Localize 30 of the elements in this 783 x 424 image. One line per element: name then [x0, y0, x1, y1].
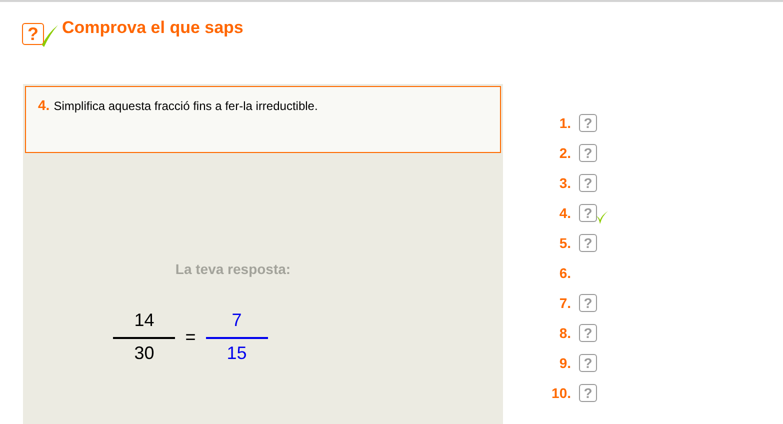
- question-link[interactable]: 4.: [537, 205, 571, 221]
- question-link[interactable]: 1.: [537, 115, 571, 131]
- question-link[interactable]: 2.: [537, 145, 571, 161]
- page-title: Comprova el que saps: [62, 18, 244, 38]
- question-button[interactable]: ?: [579, 234, 597, 252]
- question-button[interactable]: ?: [579, 174, 597, 192]
- answer-denominator: 15: [226, 343, 247, 364]
- question-button[interactable]: ?: [579, 144, 597, 162]
- equals-sign: =: [185, 326, 196, 348]
- answer-label: La teva resposta:: [175, 261, 291, 277]
- question-link[interactable]: 10.: [537, 385, 571, 401]
- question-number: 4.: [38, 97, 50, 113]
- question-button[interactable]: ?: [579, 294, 597, 312]
- logo-badge: ?: [22, 23, 44, 45]
- question-button[interactable]: ?: [579, 354, 597, 372]
- question-link[interactable]: 6.: [537, 265, 571, 281]
- question-link[interactable]: 5.: [537, 235, 571, 251]
- question-button[interactable]: ?: [579, 384, 597, 402]
- question-link[interactable]: 9.: [537, 355, 571, 371]
- question-text: Simplifica aquesta fracció fins a fer-la irreductible.: [54, 99, 318, 113]
- question-link[interactable]: 3.: [537, 175, 571, 191]
- denominator: 30: [134, 343, 154, 364]
- question-button[interactable]: ?: [579, 204, 597, 222]
- question-button[interactable]: ?: [579, 324, 597, 342]
- numerator: 14: [134, 310, 154, 331]
- question-button[interactable]: ?: [579, 114, 597, 132]
- check-icon: [42, 25, 58, 47]
- question-link[interactable]: 7.: [537, 295, 571, 311]
- question-link[interactable]: 8.: [537, 325, 571, 341]
- answer-numerator: 7: [232, 310, 242, 331]
